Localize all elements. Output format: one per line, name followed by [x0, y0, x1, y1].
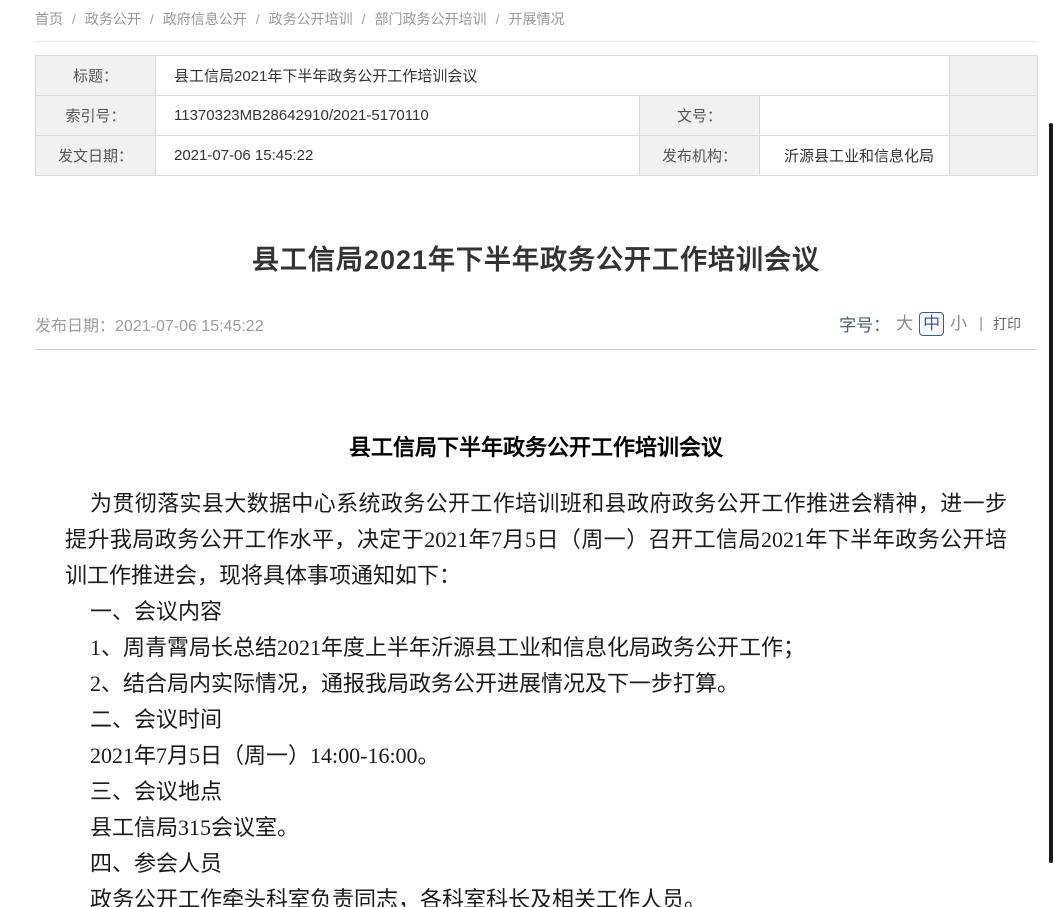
meta-value-issuing-org: 沂源县工业和信息化局: [760, 136, 950, 176]
publish-date: 发布日期：2021-07-06 15:45:22: [35, 312, 264, 336]
meta-value-doc-number: [760, 96, 950, 136]
page: 首页 / 政务公开 / 政府信息公开 / 政务公开培训 / 部门政务公开培训 / 开展情况 标题： …: [0, 0, 1054, 907]
meta-empty-cell: [950, 56, 1038, 96]
breadcrumb-item-progress[interactable]: 开展情况: [508, 11, 564, 27]
font-size-controls: 字号： 大 中 小 | 打印: [839, 311, 1037, 336]
meta-row-index: 索引号： 11370323MB28642910/2021-5170110 文号：: [36, 96, 1038, 136]
font-size-large-button[interactable]: 大: [896, 315, 913, 332]
section-3-location: 县工信局315会议室。: [65, 810, 1007, 846]
section-2-time: 2021年7月5日（周一）14:00-16:00。: [65, 738, 1007, 774]
print-button[interactable]: 打印: [993, 314, 1021, 334]
meta-label-issuing-org: 发布机构：: [640, 136, 760, 176]
section-4-heading: 四、参会人员: [65, 846, 1007, 882]
vertical-separator: |: [979, 315, 983, 332]
breadcrumb-item-training[interactable]: 政务公开培训: [269, 11, 353, 27]
article-meta-bar: 发布日期：2021-07-06 15:45:22 字号： 大 中 小 | 打印: [35, 311, 1037, 350]
breadcrumb-separator: /: [72, 11, 76, 27]
meta-value-index-number: 11370323MB28642910/2021-5170110: [156, 96, 640, 136]
meta-label-index-number: 索引号：: [36, 96, 156, 136]
meta-row-title: 标题： 县工信局2021年下半年政务公开工作培训会议: [36, 56, 1038, 96]
breadcrumb-item-home[interactable]: 首页: [35, 11, 63, 27]
breadcrumb-separator: /: [362, 11, 366, 27]
article-content-title: 县工信局下半年政务公开工作培训会议: [65, 430, 1007, 462]
section-1-item-2: 2、结合局内实际情况，通报我局政务公开进展情况及下一步打算。: [65, 666, 1007, 702]
breadcrumb-item-open-gov[interactable]: 政务公开: [85, 11, 141, 27]
section-1-item-1: 1、周青霄局长总结2021年度上半年沂源县工业和信息化局政务公开工作；: [65, 630, 1007, 666]
font-size-medium-button[interactable]: 中: [919, 312, 944, 336]
page-title: 县工信局2021年下半年政务公开工作培训会议: [35, 238, 1037, 277]
meta-label-title: 标题：: [36, 56, 156, 96]
section-2-heading: 二、会议时间: [65, 702, 1007, 738]
meta-table: 标题： 县工信局2021年下半年政务公开工作培训会议 索引号： 11370323…: [35, 55, 1038, 176]
meta-value-title: 县工信局2021年下半年政务公开工作培训会议: [156, 56, 950, 96]
section-1-heading: 一、会议内容: [65, 594, 1007, 630]
breadcrumb: 首页 / 政务公开 / 政府信息公开 / 政务公开培训 / 部门政务公开培训 / 开展情况: [35, 0, 1037, 42]
breadcrumb-item-gov-info[interactable]: 政府信息公开: [163, 11, 247, 27]
section-4-participants: 政务公开工作牵头科室负责同志，各科室科长及相关工作人员。: [65, 882, 1007, 907]
paragraph-intro: 为贯彻落实县大数据中心系统政务公开工作培训班和县政府政务公开工作推进会精神，进一…: [65, 486, 1007, 594]
meta-value-issue-date: 2021-07-06 15:45:22: [156, 136, 640, 176]
publish-date-value: 2021-07-06 15:45:22: [115, 318, 264, 335]
publish-date-label: 发布日期：: [35, 318, 115, 335]
scrollbar-thumb[interactable]: [1049, 123, 1053, 863]
meta-empty-cell: [950, 96, 1038, 136]
breadcrumb-separator: /: [150, 11, 154, 27]
breadcrumb-item-dept-training[interactable]: 部门政务公开培训: [375, 11, 487, 27]
breadcrumb-separator: /: [496, 11, 500, 27]
font-size-label: 字号：: [839, 311, 890, 336]
article-body: 县工信局下半年政务公开工作培训会议 为贯彻落实县大数据中心系统政务公开工作培训班…: [35, 430, 1037, 907]
meta-label-issue-date: 发文日期：: [36, 136, 156, 176]
meta-label-doc-number: 文号：: [640, 96, 760, 136]
meta-empty-cell: [950, 136, 1038, 176]
section-3-heading: 三、会议地点: [65, 774, 1007, 810]
content-container: 首页 / 政务公开 / 政府信息公开 / 政务公开培训 / 部门政务公开培训 / 开展情况 标题： …: [35, 0, 1037, 907]
font-size-small-button[interactable]: 小: [950, 315, 967, 332]
meta-row-date: 发文日期： 2021-07-06 15:45:22 发布机构： 沂源县工业和信息…: [36, 136, 1038, 176]
breadcrumb-separator: /: [256, 11, 260, 27]
